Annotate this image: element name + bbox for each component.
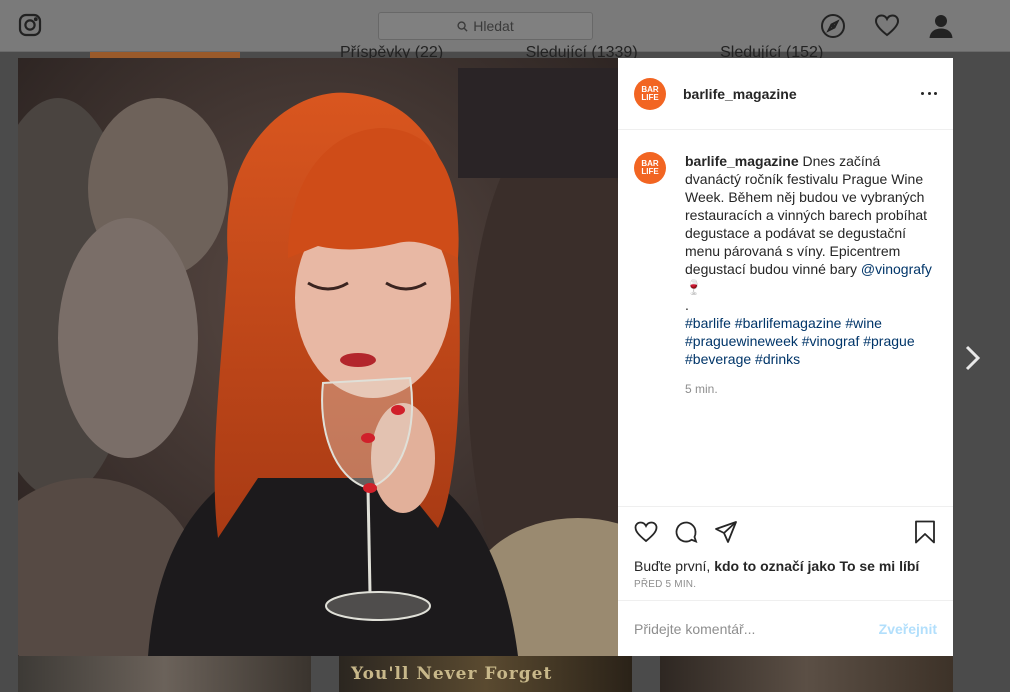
caption-text: Dnes začíná dvanáctý ročník festivalu Pr… — [685, 153, 928, 277]
more-options-icon[interactable] — [921, 86, 937, 102]
likes-prefix: Buďte první, — [634, 558, 711, 574]
activity-heart-icon[interactable] — [874, 13, 900, 39]
comment-input[interactable] — [634, 620, 879, 637]
share-send-icon[interactable] — [714, 520, 738, 544]
avatar[interactable]: BAR LIFE — [634, 77, 666, 110]
like-heart-icon[interactable] — [634, 520, 658, 544]
caption-body: barlife_magazine Dnes začíná dvanáctý ro… — [685, 152, 933, 398]
explore-compass-icon[interactable] — [820, 13, 846, 39]
post-photo[interactable] — [18, 58, 618, 656]
wine-emoji-icon: 🍷 — [685, 279, 703, 295]
post-date: PŘED 5 MIN. — [634, 579, 697, 590]
likes-line: Buďte první, kdo to označí jako To se mi… — [618, 557, 953, 575]
post-details-panel: BAR LIFE barlife_magazine BAR LIFE barli… — [618, 58, 953, 656]
hashtags[interactable]: #barlife #barlifemagazine #wine #praguew… — [685, 314, 933, 368]
action-row — [618, 507, 953, 557]
comment-box: Zveřejnit — [618, 600, 953, 656]
next-post-arrow-icon[interactable] — [964, 344, 982, 372]
caption-time: 5 min. — [685, 382, 718, 396]
search-icon — [457, 20, 468, 32]
search-placeholder: Hledat — [473, 18, 514, 34]
grid-thumbnail[interactable]: You'll Never Forget — [339, 656, 632, 692]
post-caption: BAR LIFE barlife_magazine Dnes začíná dv… — [634, 152, 937, 398]
search-box[interactable]: Hledat — [378, 12, 593, 40]
comment-icon[interactable] — [674, 520, 698, 544]
save-bookmark-icon[interactable] — [913, 520, 937, 544]
caption-avatar[interactable]: BAR LIFE — [634, 152, 666, 184]
publish-button[interactable]: Zveřejnit — [879, 621, 937, 637]
grid-thumbnail[interactable] — [660, 656, 953, 692]
post-username[interactable]: barlife_magazine — [683, 86, 797, 102]
grid-thumbnail[interactable] — [18, 656, 311, 692]
caption-dot: . — [685, 297, 689, 313]
like-prompt-link[interactable]: kdo to označí jako To se mi líbí — [714, 558, 919, 574]
mention-link[interactable]: @vinografy — [861, 261, 932, 277]
thumbnail-text: You'll Never Forget — [351, 664, 553, 684]
caption-username[interactable]: barlife_magazine — [685, 153, 799, 169]
post-actions-area: Buďte první, kdo to označí jako To se mi… — [618, 506, 953, 590]
profile-icon[interactable] — [928, 13, 954, 39]
woman-tasting-wine-image — [18, 58, 618, 656]
instagram-logo-icon[interactable] — [18, 13, 42, 37]
post-header: BAR LIFE barlife_magazine — [618, 58, 953, 130]
